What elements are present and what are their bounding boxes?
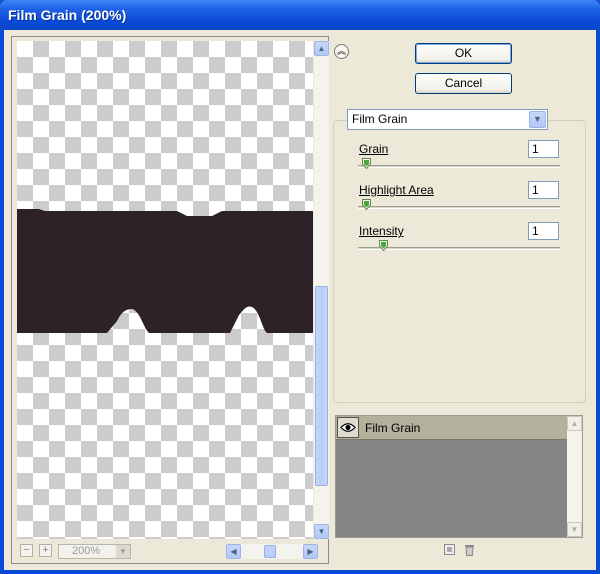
chevron-down-icon: ▼ bbox=[116, 545, 130, 558]
cancel-button[interactable]: Cancel bbox=[415, 73, 512, 94]
window-title: Film Grain (200%) bbox=[8, 7, 127, 23]
filter-select-value: Film Grain bbox=[352, 112, 408, 126]
highlight-area-slider-thumb[interactable] bbox=[362, 199, 371, 210]
highlight-area-input[interactable]: 1 bbox=[528, 181, 559, 199]
zoom-select[interactable]: 200% ▼ bbox=[58, 544, 131, 559]
scroll-left-icon[interactable]: ◀ bbox=[226, 544, 241, 559]
zoom-value: 200% bbox=[72, 545, 101, 557]
grain-input[interactable]: 1 bbox=[528, 140, 559, 158]
preview-image bbox=[17, 209, 313, 333]
scroll-right-icon[interactable]: ▶ bbox=[303, 544, 318, 559]
intensity-label-text: Intensity bbox=[359, 224, 404, 238]
vertical-scroll-thumb[interactable] bbox=[315, 286, 328, 486]
effect-layers-panel: Film Grain ▲ ▼ bbox=[335, 415, 583, 538]
highlight-area-label: Highlight Area bbox=[359, 183, 434, 197]
grain-slider-thumb[interactable] bbox=[362, 158, 371, 169]
chevron-down-icon: ▼ bbox=[529, 111, 546, 128]
filter-select[interactable]: Film Grain ▼ bbox=[347, 109, 548, 130]
preview-horizontal-scrollbar[interactable]: ◀ ▶ bbox=[226, 544, 318, 559]
intensity-slider[interactable] bbox=[358, 247, 560, 250]
intensity-label: Intensity bbox=[359, 224, 404, 238]
intensity-slider-thumb[interactable] bbox=[379, 240, 388, 251]
dialog-client-area: ▲ ▼ − + 200% ▼ ◀ ▶ ︽ OK Cancel Film Grai… bbox=[4, 30, 596, 570]
collapse-up-icon[interactable]: ︽ bbox=[334, 44, 349, 59]
ok-button[interactable]: OK bbox=[415, 43, 512, 64]
zoom-out-button[interactable]: − bbox=[20, 544, 33, 557]
scroll-up-icon[interactable]: ▲ bbox=[567, 416, 582, 431]
horizontal-scroll-thumb[interactable] bbox=[264, 545, 276, 558]
grain-slider[interactable] bbox=[358, 165, 560, 168]
scroll-down-icon[interactable]: ▼ bbox=[314, 524, 329, 539]
trash-icon[interactable] bbox=[464, 544, 475, 559]
intensity-input[interactable]: 1 bbox=[528, 222, 559, 240]
layer-name: Film Grain bbox=[365, 421, 421, 435]
zoom-in-button[interactable]: + bbox=[39, 544, 52, 557]
title-bar[interactable]: Film Grain (200%) bbox=[0, 0, 600, 30]
preview-footer: − + 200% ▼ ◀ ▶ bbox=[17, 543, 329, 560]
preview-vertical-scrollbar[interactable]: ▲ ▼ bbox=[314, 41, 329, 539]
grain-label: Grain bbox=[359, 142, 388, 156]
grain-label-text: Grain bbox=[359, 142, 389, 156]
preview-pane: ▲ ▼ − + 200% ▼ ◀ ▶ bbox=[11, 36, 329, 564]
preview-canvas[interactable] bbox=[17, 41, 313, 539]
layers-scrollbar[interactable]: ▲ ▼ bbox=[567, 416, 582, 537]
scroll-up-icon[interactable]: ▲ bbox=[314, 41, 329, 56]
scroll-down-icon[interactable]: ▼ bbox=[567, 522, 582, 537]
highlight-area-slider[interactable] bbox=[358, 206, 560, 209]
highlight-area-label-text: Highlight Area bbox=[359, 183, 434, 197]
eye-icon[interactable] bbox=[337, 417, 359, 438]
film-grain-shape bbox=[17, 209, 313, 333]
dialog-window: Film Grain (200%) ▲ ▼ − + 200% ▼ ◀ ▶ ︽ O… bbox=[0, 0, 600, 574]
new-effect-layer-icon[interactable] bbox=[444, 544, 455, 558]
list-item[interactable]: Film Grain bbox=[336, 416, 567, 440]
